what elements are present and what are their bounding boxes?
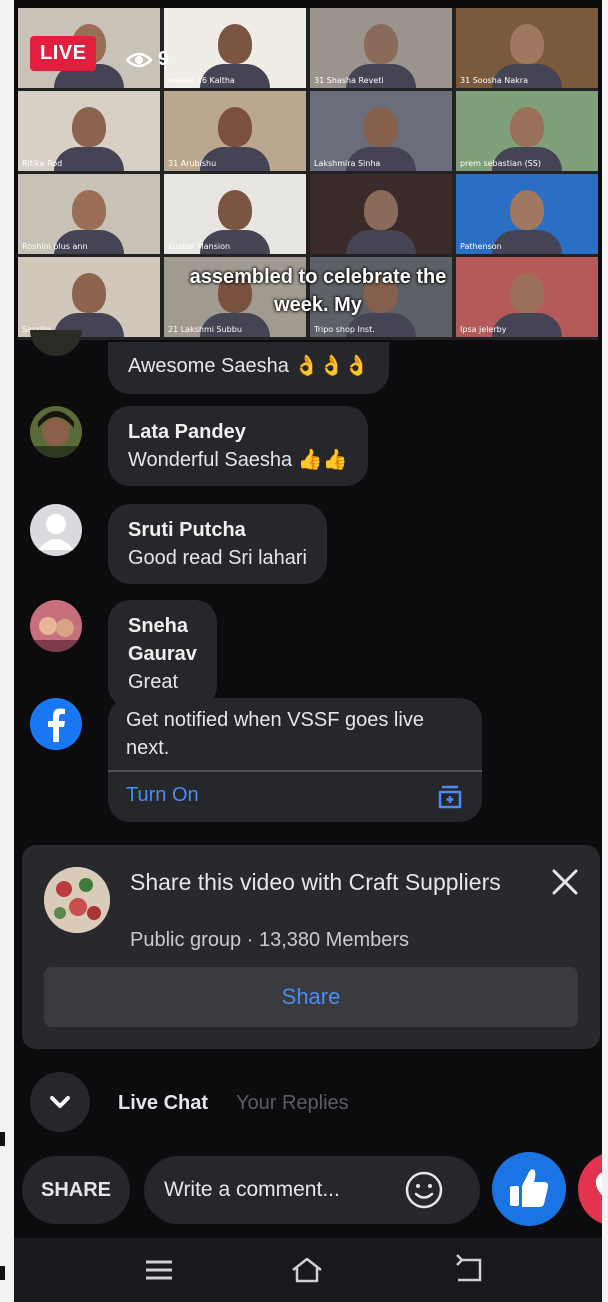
screenshot-right-border [602, 0, 608, 1302]
participant-tile: 31 Soosha Nakra [456, 8, 598, 88]
participant-body [346, 230, 416, 254]
participant-tile: reader 16 Kaltha [164, 8, 306, 88]
commenter-avatar[interactable] [30, 406, 82, 458]
close-icon[interactable] [550, 867, 580, 897]
participant-face [72, 107, 106, 147]
live-badge: LIVE [30, 36, 97, 71]
home-icon[interactable] [290, 1254, 324, 1286]
live-video-player[interactable]: reader 16 Kaltha 31 Shasha Reveti 31 Soosh… [18, 8, 598, 340]
participant-face [72, 273, 106, 313]
comment-text: Wonderful Saesha 👍👍 [128, 449, 348, 471]
live-notification-card: Get notified when VSSF goes live next. T… [108, 698, 482, 822]
participant-name: Tripo shop Inst. [314, 325, 375, 334]
comment-composer: SHARE Write a comment... [22, 1152, 602, 1226]
participant-tile: Ipsa jelerby [456, 257, 598, 337]
participant-face [510, 107, 544, 147]
participant-tile: Sacrilla [18, 257, 160, 337]
participant-tile: Roshini plus ann [18, 174, 160, 254]
participant-face [510, 273, 544, 313]
comment-author[interactable]: Sneha Gaurav [128, 612, 197, 668]
default-avatar-icon[interactable] [30, 504, 82, 556]
comment-bubble: Awesome Saesha 👌👌👌 [108, 342, 390, 394]
participant-tile: Lakshmira Sinha [310, 91, 452, 171]
emoji-icon[interactable] [404, 1170, 444, 1210]
love-reaction-button[interactable] [578, 1152, 602, 1226]
comment-text: Awesome Saesha 👌👌👌 [128, 355, 370, 377]
comment-author[interactable]: Lata Pandey [128, 418, 348, 446]
participant-face [364, 24, 398, 64]
participant-tile [310, 174, 452, 254]
tab-live-chat[interactable]: Live Chat [118, 1092, 208, 1115]
comment-text: Good read Sri lahari [128, 547, 307, 569]
participant-tile: Kushal Mansion [164, 174, 306, 254]
heart-icon [595, 1172, 602, 1196]
chevron-down-icon [50, 1096, 70, 1108]
border-mark [0, 1132, 5, 1146]
share-suggestion-card: Share this video with Craft Suppliers Pu… [22, 845, 600, 1049]
commenter-avatar[interactable] [30, 600, 82, 652]
comment-bubble: Sneha Gaurav Great [108, 600, 217, 708]
border-mark [0, 1266, 5, 1280]
viewer-count-value: 9 [158, 48, 170, 70]
eye-icon [126, 52, 152, 67]
participant-face [218, 107, 252, 147]
notify-message: Get notified when VSSF goes live next. [126, 709, 424, 759]
participant-name: Lakshmira Sinha [314, 159, 381, 168]
participant-face [218, 190, 252, 230]
comment-placeholder: Write a comment... [164, 1178, 340, 1201]
collapse-chat-button[interactable] [30, 1072, 90, 1132]
share-card-title: Share this video with Craft Suppliers [130, 869, 501, 895]
participant-name: 31 Shasha Reveti [314, 76, 384, 85]
participant-name: 31 Arubishu [168, 159, 217, 168]
participant-name: reader 16 Kaltha [168, 76, 235, 85]
phone-screen: reader 16 Kaltha 31 Shasha Reveti 31 Soosh… [14, 0, 602, 1302]
participant-face [364, 107, 398, 147]
share-card-subtitle: Public group · 13,380 Members [130, 929, 410, 951]
notification-add-icon[interactable] [436, 784, 464, 810]
comment-author[interactable]: Sruti Putcha [128, 516, 307, 544]
group-avatar [44, 867, 110, 933]
caption-line: week. My [274, 294, 362, 316]
thumbs-up-icon [510, 1169, 549, 1207]
participant-name: prem sebastian (SS) [460, 159, 541, 168]
participant-name: Kushal Mansion [168, 242, 231, 251]
like-reaction-button[interactable] [492, 1152, 566, 1226]
recent-apps-icon[interactable] [142, 1254, 176, 1286]
participant-name: 21 Lakshmi Subbu [168, 325, 242, 334]
participant-tile: Ritika Rod [18, 91, 160, 171]
facebook-logo-icon [30, 698, 82, 750]
participant-face [218, 24, 252, 64]
comment-input[interactable]: Write a comment... [144, 1156, 480, 1224]
screenshot-left-border [0, 0, 14, 1302]
participant-tile: prem sebastian (SS) [456, 91, 598, 171]
commenter-avatar[interactable] [30, 330, 82, 356]
participant-name: Roshini plus ann [22, 242, 88, 251]
participant-name: Ipsa jelerby [460, 325, 507, 334]
tab-your-replies[interactable]: Your Replies [236, 1092, 349, 1115]
divider [108, 770, 482, 772]
participant-face [364, 190, 398, 230]
participant-face [510, 24, 544, 64]
system-navigation-bar [14, 1238, 602, 1302]
participant-name: 31 Soosha Nakra [460, 76, 528, 85]
participant-face [72, 190, 106, 230]
video-caption: assembled to celebrate the week. My [168, 263, 468, 319]
comment-text: Great [128, 671, 179, 693]
participant-face [510, 190, 544, 230]
turn-on-button[interactable]: Turn On [126, 784, 199, 807]
share-button[interactable]: Share [44, 967, 578, 1027]
participant-tile: 31 Shasha Reveti [310, 8, 452, 88]
participant-name: Ritika Rod [22, 159, 63, 168]
viewer-count: 9 [126, 48, 169, 71]
comment-bubble: Lata Pandey Wonderful Saesha 👍👍 [108, 406, 368, 486]
share-pill-button[interactable]: SHARE [22, 1156, 130, 1224]
back-icon[interactable] [452, 1254, 486, 1286]
participant-tile: Pathenson [456, 174, 598, 254]
participant-tile: 31 Arubishu [164, 91, 306, 171]
caption-line: assembled to celebrate the [189, 266, 447, 288]
chat-tabs: Live Chat Your Replies [30, 1072, 590, 1132]
participant-name: Pathenson [460, 242, 502, 251]
comment-bubble: Sruti Putcha Good read Sri lahari [108, 504, 327, 584]
